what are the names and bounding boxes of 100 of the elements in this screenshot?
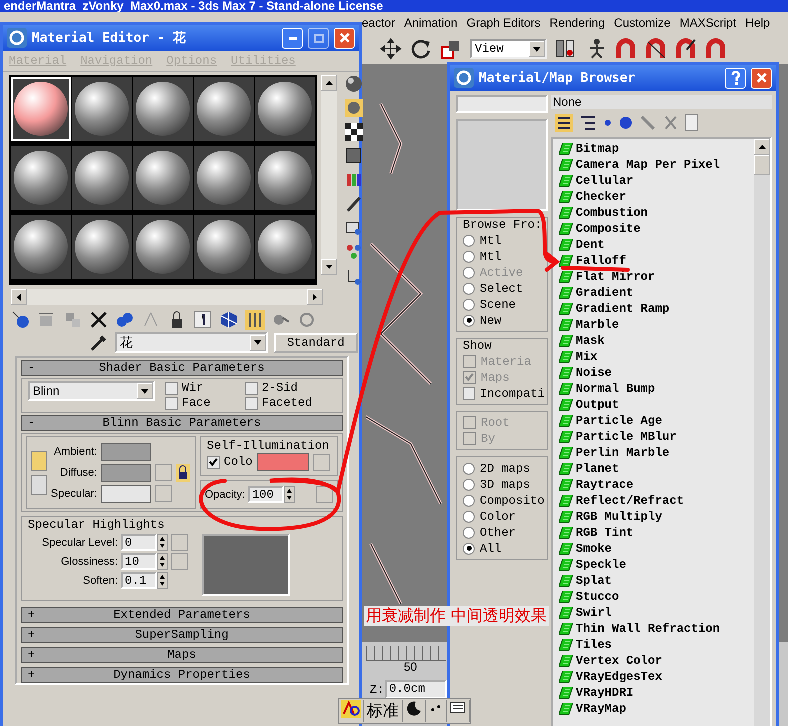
map-list-item[interactable]: Tiles	[559, 637, 748, 653]
map-list-item[interactable]: Checker	[559, 189, 748, 205]
scroll-left-icon[interactable]	[17, 294, 21, 300]
map-list-item[interactable]: VRayMap	[559, 701, 748, 717]
square-icon[interactable]	[345, 147, 363, 165]
color-swatch[interactable]	[101, 442, 152, 460]
rollout-header[interactable]: - Shader Basic Parameters	[21, 360, 343, 376]
checkbox[interactable]	[207, 456, 220, 468]
close-button[interactable]	[334, 28, 355, 48]
map-list-item[interactable]: Mix	[559, 349, 748, 365]
map-slot-button[interactable]	[316, 486, 333, 503]
view-dropdown[interactable]: View	[470, 39, 547, 59]
menu-item[interactable]: eactor	[362, 16, 396, 30]
maximize-button[interactable]	[308, 28, 329, 48]
rollout-header[interactable]: - Blinn Basic Parameters	[21, 415, 343, 431]
z-coordinate-field[interactable]: 0.0cm	[385, 680, 448, 699]
rotate-icon[interactable]	[410, 38, 432, 60]
help-button[interactable]	[725, 68, 746, 88]
pivot-icon[interactable]	[555, 38, 577, 60]
map-list-item[interactable]: Composite	[559, 221, 748, 237]
radio-button[interactable]	[463, 510, 475, 522]
menu-item[interactable]: Graph Editors	[466, 16, 541, 30]
checkbox[interactable]	[245, 382, 258, 394]
map-list-item[interactable]: Normal Bump	[559, 381, 748, 397]
map-list-item[interactable]: Perlin Marble	[559, 445, 748, 461]
ime-logo-icon[interactable]	[339, 700, 364, 722]
move-arrows-icon[interactable]	[380, 38, 402, 60]
map-list-item[interactable]: Marble	[559, 317, 748, 333]
radio-button[interactable]	[463, 298, 475, 310]
map-list-item[interactable]: Raytrace	[559, 477, 748, 493]
scrollbar[interactable]	[321, 75, 337, 275]
radio-button[interactable]	[463, 494, 475, 506]
map-list-item[interactable]: Falloff	[559, 253, 748, 269]
material-name-field[interactable]: 花	[115, 332, 268, 353]
map-list-item[interactable]: VRayHDRI	[559, 685, 748, 701]
map-list-item[interactable]: Flat Mirror	[559, 269, 748, 285]
map-list-item[interactable]: Gradient Ramp	[559, 301, 748, 317]
scrollbar[interactable]	[11, 289, 323, 305]
radio-button[interactable]	[463, 462, 475, 474]
cube-icon[interactable]	[219, 310, 239, 330]
radio-button[interactable]	[463, 234, 475, 246]
radio-button[interactable]	[463, 526, 475, 538]
radio-button[interactable]	[463, 478, 475, 490]
map-list-item[interactable]: Dent	[559, 237, 748, 253]
rollout-header[interactable]: + Dynamics Properties	[21, 667, 343, 683]
map-list-item[interactable]: Vertex Color	[559, 653, 748, 669]
shader-dropdown[interactable]: Blinn	[28, 381, 155, 401]
color-swatch[interactable]	[101, 484, 152, 502]
angle-snap-icon[interactable]	[645, 38, 667, 60]
lock-toggle[interactable]	[31, 474, 47, 494]
scale-icon[interactable]	[440, 38, 462, 60]
delete-icon[interactable]	[89, 310, 109, 330]
map-list-item[interactable]: Reflect/Refract	[559, 493, 748, 509]
spinner-arrows-icon[interactable]	[284, 486, 296, 503]
spinner-arrows-icon[interactable]	[157, 534, 168, 551]
map-list-item[interactable]: RGB Multiply	[559, 509, 748, 525]
menu-item[interactable]: Rendering	[550, 16, 606, 30]
lock-icon[interactable]	[176, 464, 190, 482]
menu-item[interactable]: Help	[746, 16, 770, 30]
wand-icon[interactable]	[345, 195, 363, 213]
spinner-field[interactable]: 100	[248, 486, 284, 503]
search-field[interactable]	[456, 95, 548, 113]
large-sphere-icon[interactable]	[619, 114, 633, 132]
time-ruler[interactable]	[366, 646, 446, 661]
map-list-item[interactable]: Smoke	[559, 541, 748, 557]
lock-toggle[interactable]	[31, 450, 47, 470]
chain-icon[interactable]	[115, 310, 135, 330]
shapes-icon[interactable]	[345, 243, 363, 261]
menu-item[interactable]: Customize	[614, 16, 671, 30]
map-list-item[interactable]: Splat	[559, 573, 748, 589]
rollout-header[interactable]: + Extended Parameters	[21, 607, 343, 623]
ime-mode-label[interactable]: 标准	[364, 700, 403, 722]
map-list-item[interactable]: Swirl	[559, 605, 748, 621]
map-list-item[interactable]: Thin Wall Refraction	[559, 621, 748, 637]
color-bars-icon[interactable]	[345, 171, 363, 189]
checker-icon[interactable]	[345, 123, 363, 141]
map-list-item[interactable]: Bitmap	[559, 141, 748, 157]
spinner-snap-icon[interactable]	[705, 38, 727, 60]
percent-snap-icon[interactable]	[675, 38, 697, 60]
map-list-item[interactable]: Particle MBlur	[559, 429, 748, 445]
map-list-item[interactable]: VRayEdgesTex	[559, 669, 748, 685]
rollout-header[interactable]: + Maps	[21, 647, 343, 663]
close-button[interactable]	[751, 68, 772, 88]
menu-item[interactable]: MAXScript	[680, 16, 737, 30]
spinner-field[interactable]: 10	[121, 553, 157, 570]
map-list-item[interactable]: Camera Map Per Pixel	[559, 157, 748, 173]
minimize-button[interactable]	[282, 28, 303, 48]
document-icon[interactable]	[685, 114, 699, 132]
backlight-icon[interactable]	[345, 99, 363, 117]
color-swatch[interactable]	[256, 453, 309, 471]
color-swatch[interactable]	[101, 464, 152, 482]
map-list-item[interactable]: Speckle	[559, 557, 748, 573]
list-view-icon[interactable]	[555, 114, 573, 132]
map-list-item[interactable]: Noise	[559, 365, 748, 381]
spinner-field[interactable]: 0.1	[121, 572, 157, 589]
material-type-button[interactable]: Standard	[274, 332, 358, 352]
sphere-icon[interactable]	[345, 75, 363, 93]
map-list-item[interactable]: RGB Tint	[559, 525, 748, 541]
checkbox[interactable]	[165, 382, 178, 394]
map-list-item[interactable]: Output	[559, 397, 748, 413]
